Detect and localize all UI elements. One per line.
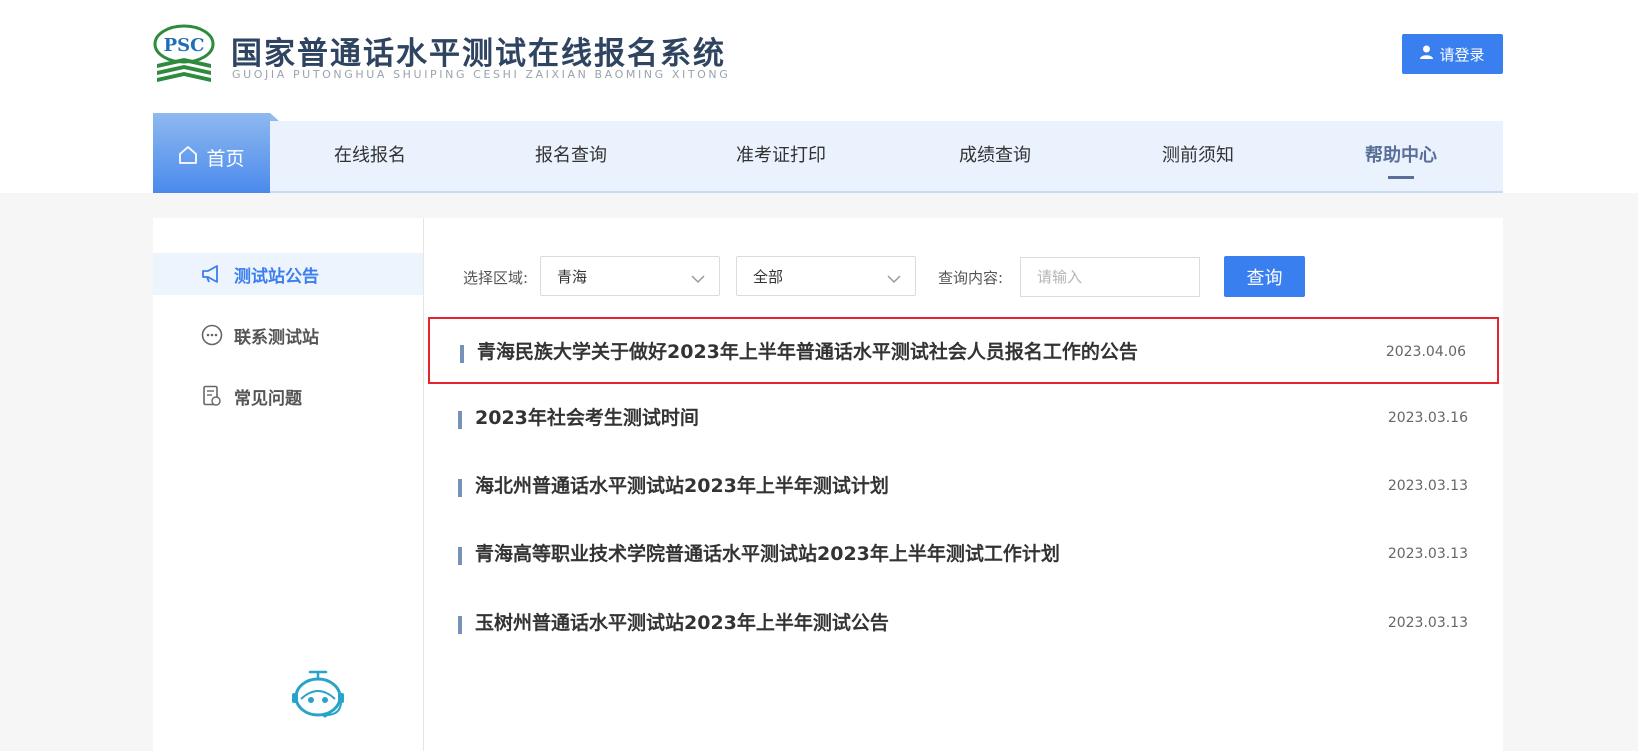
list-item-date: 2023.03.13 [1387, 546, 1468, 562]
header: PSC 国家普通话水平测试在线报名系统 GUOJIA PUTONGHUA SHU… [153, 0, 1503, 112]
chat-bubble-icon [200, 323, 224, 347]
list-item-date: 2023.03.16 [1387, 410, 1468, 426]
list-item-title[interactable]: 青海民族大学关于做好2023年上半年普通话水平测试社会人员报名工作的公告 [477, 319, 1138, 386]
list-item-title[interactable]: 青海高等职业技术学院普通话水平测试站2023年上半年测试工作计划 [475, 521, 1060, 588]
nav-help-center[interactable]: 帮助中心 [1365, 121, 1437, 191]
list-item-date: 2023.03.13 [1387, 615, 1468, 631]
list-item-title[interactable]: 2023年社会考生测试时间 [475, 385, 699, 452]
sidebar: 测试站公告 联系测试站 常见问题 [153, 218, 424, 751]
user-icon [1420, 45, 1434, 63]
content-card: 测试站公告 联系测试站 常见问题 选择区域: 青海 全部 查询内容: 请输入 查… [153, 218, 1503, 751]
logo-text: PSC [164, 35, 205, 56]
site-title: 国家普通话水平测试在线报名系统 [231, 36, 726, 72]
chevron-down-icon [887, 270, 901, 288]
list-item-date: 2023.03.13 [1387, 478, 1468, 494]
nav-active-underline [1388, 176, 1414, 179]
nav-online-registration[interactable]: 在线报名 [334, 121, 406, 191]
nav-score-query[interactable]: 成绩查询 [959, 121, 1031, 191]
list-item[interactable]: 海北州普通话水平测试站2023年上半年测试计划 2023.03.13 [428, 453, 1499, 520]
list-item-date: 2023.04.06 [1385, 344, 1466, 360]
main-nav: 首页 在线报名 报名查询 准考证打印 成绩查询 测前须知 帮助中心 [153, 113, 1503, 193]
sidebar-item-faq[interactable]: 常见问题 [153, 375, 423, 417]
region-select-value: 青海 [557, 267, 588, 286]
list-item-title[interactable]: 海北州普通话水平测试站2023年上半年测试计划 [475, 453, 889, 520]
list-item[interactable]: 玉树州普通话水平测试站2023年上半年测试公告 2023.03.13 [428, 590, 1499, 657]
robot-assistant-icon[interactable] [288, 669, 348, 719]
list-item-marker [458, 479, 462, 497]
nav-pretest-notice[interactable]: 测前须知 [1162, 121, 1234, 191]
document-icon [200, 384, 224, 408]
login-button[interactable]: 请登录 [1402, 34, 1503, 74]
login-label: 请登录 [1439, 45, 1485, 64]
sidebar-item-label: 常见问题 [234, 388, 302, 409]
nav-registration-query[interactable]: 报名查询 [535, 121, 607, 191]
sidebar-item-contact[interactable]: 联系测试站 [153, 314, 423, 356]
list-item[interactable]: 2023年社会考生测试时间 2023.03.16 [428, 385, 1499, 452]
home-icon [178, 145, 198, 170]
list-item-marker [458, 411, 462, 429]
region-select[interactable]: 青海 [540, 256, 720, 296]
list-item[interactable]: 青海民族大学关于做好2023年上半年普通话水平测试社会人员报名工作的公告 202… [428, 317, 1499, 384]
sidebar-item-label: 测试站公告 [234, 266, 319, 287]
query-label: 查询内容: [938, 269, 1004, 287]
nav-home-label: 首页 [206, 147, 245, 170]
nav-home[interactable]: 首页 [153, 113, 279, 193]
chevron-down-icon [691, 270, 705, 288]
site-subtitle: GUOJIA PUTONGHUA SHUIPING CESHI ZAIXIAN … [232, 68, 731, 81]
query-button[interactable]: 查询 [1224, 256, 1305, 297]
category-select[interactable]: 全部 [736, 256, 916, 296]
category-select-value: 全部 [753, 267, 784, 286]
sidebar-item-label: 联系测试站 [234, 327, 319, 348]
query-input[interactable] [1020, 257, 1200, 297]
nav-admission-ticket-print[interactable]: 准考证打印 [736, 121, 826, 191]
megaphone-icon [200, 262, 224, 286]
list-item-title[interactable]: 玉树州普通话水平测试站2023年上半年测试公告 [475, 590, 889, 657]
psc-logo[interactable]: PSC [153, 22, 217, 84]
nav-help-center-label: 帮助中心 [1365, 145, 1437, 166]
list-item-marker [458, 547, 462, 565]
list-item-marker [458, 616, 462, 634]
list-item-marker [460, 345, 464, 363]
list-item[interactable]: 青海高等职业技术学院普通话水平测试站2023年上半年测试工作计划 2023.03… [428, 521, 1499, 588]
region-label: 选择区域: [463, 269, 529, 287]
sidebar-item-announcements[interactable]: 测试站公告 [153, 253, 423, 295]
